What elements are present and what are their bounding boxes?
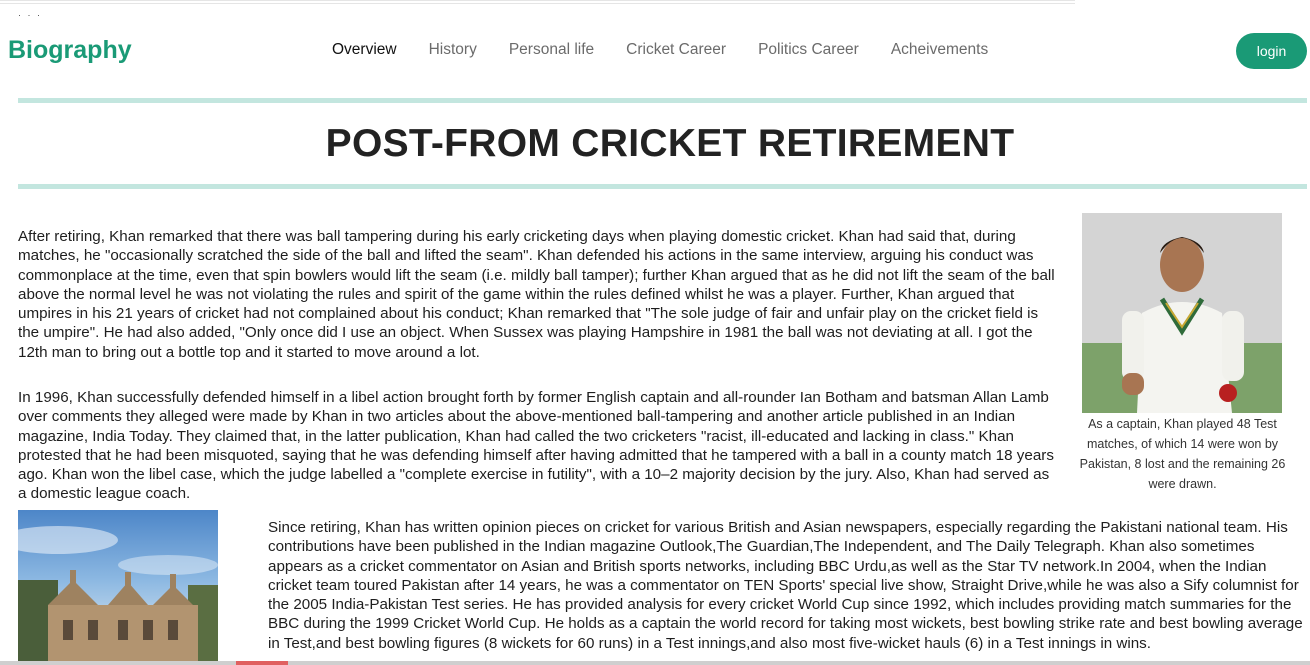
top-decoration: · · · <box>18 10 42 20</box>
nav-acheivements[interactable]: Acheivements <box>891 41 988 59</box>
brand-logo[interactable]: Biography <box>8 36 132 65</box>
khan-portrait-image <box>1082 213 1282 413</box>
nav-politics-career[interactable]: Politics Career <box>758 41 859 59</box>
title-rule-bottom <box>18 184 1307 189</box>
browser-top-border <box>0 0 1075 4</box>
login-button[interactable]: login <box>1236 33 1307 69</box>
paragraph-libel-case: In 1996, Khan successfully defended hims… <box>18 389 1054 503</box>
university-building-image <box>18 510 218 665</box>
nav-personal-life[interactable]: Personal life <box>509 41 594 59</box>
title-rule-top <box>18 98 1307 103</box>
main-nav: Overview History Personal life Cricket C… <box>332 41 1020 59</box>
horizontal-scrollbar[interactable] <box>0 661 1310 665</box>
nav-overview[interactable]: Overview <box>332 41 397 59</box>
page-title: POST-FROM CRICKET RETIREMENT <box>325 122 1015 165</box>
paragraph-commentary: Since retiring, Khan has written opinion… <box>268 519 1303 652</box>
portrait-illustration <box>1082 213 1282 413</box>
nav-history[interactable]: History <box>429 41 477 59</box>
portrait-caption: As a captain, Khan played 48 Test matche… <box>1079 417 1286 491</box>
building-illustration <box>18 526 218 665</box>
nav-cricket-career[interactable]: Cricket Career <box>626 41 726 59</box>
paragraph-ball-tampering: After retiring, Khan remarked that there… <box>18 228 1055 361</box>
